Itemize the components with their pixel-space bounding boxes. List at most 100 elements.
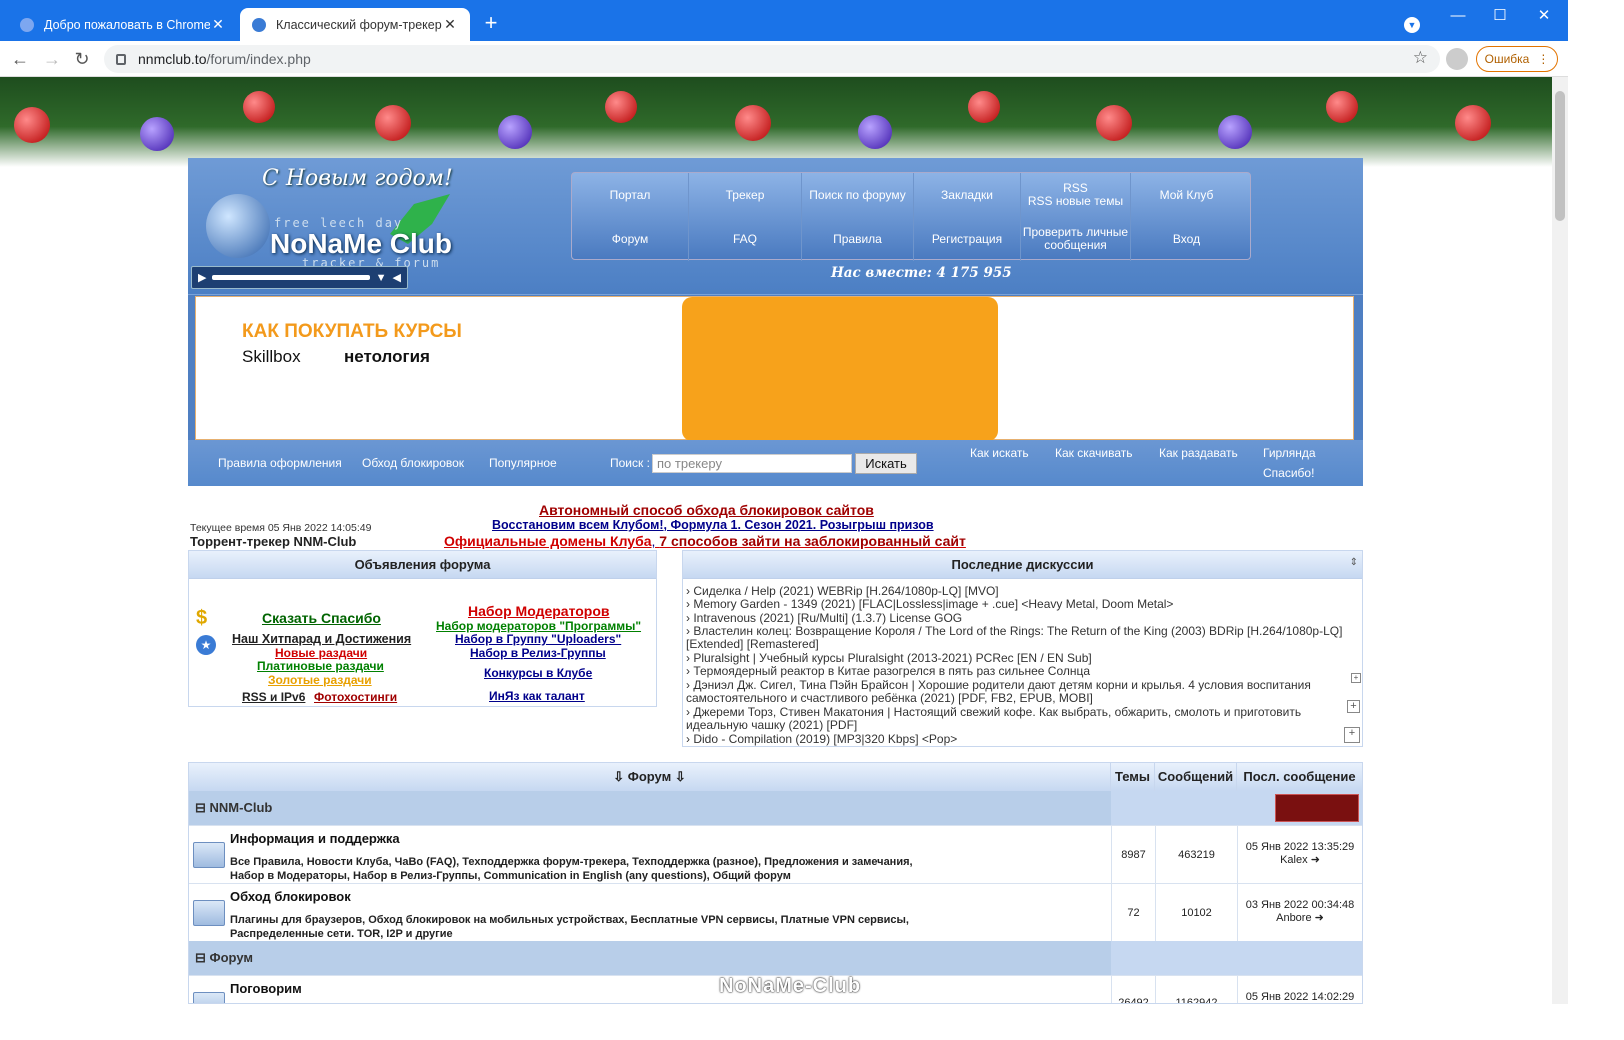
tab-search-icon[interactable]: ▼ [1404, 17, 1420, 33]
table-row[interactable]: Информация и поддержка Все Правила, Ново… [189, 825, 1362, 884]
close-icon[interactable]: ✕ [210, 16, 226, 33]
link-new[interactable]: Новые раздачи [275, 646, 367, 660]
menu-tracker[interactable]: Трекер [689, 173, 802, 217]
notice-bypass[interactable]: Автономный способ обхода блокировок сайт… [539, 502, 874, 518]
category-forum[interactable]: ⊟ Форум [189, 941, 1111, 975]
discussion-item[interactable]: › Джереми Торз, Стивен Макатония | Насто… [686, 705, 1301, 719]
link-platinum[interactable]: Платиновые раздачи [257, 659, 384, 673]
last-post-user[interactable]: Anbore [1276, 912, 1311, 924]
search-button[interactable]: Искать [855, 453, 917, 474]
search-input[interactable]: по трекеру [652, 454, 852, 473]
link-gold[interactable]: Золотые раздачи [268, 673, 372, 687]
link-mods[interactable]: Набор Модераторов [468, 603, 610, 619]
link-mods-programs[interactable]: Набор модераторов "Программы" [436, 619, 641, 633]
menu-rss[interactable]: RSS RSS новые темы [1021, 173, 1131, 217]
menu-rules[interactable]: Правила [802, 217, 914, 261]
minus-icon[interactable]: ⊟ [195, 800, 210, 815]
discussion-item[interactable]: › Властелин колец: Возвращение Короля / … [686, 624, 1342, 638]
link-garland[interactable]: Гирлянда [1263, 446, 1316, 460]
minus-icon[interactable]: ⊟ [195, 950, 210, 965]
discussion-item[interactable]: › Intravenous (2021) [Ru/Multi] (1.3.7) … [686, 611, 962, 625]
notice-ways[interactable]: 7 способов зайти на заблокированный сайт [659, 533, 966, 549]
minimize-button[interactable]: — [1440, 4, 1476, 28]
go-to-post-icon[interactable]: ➜ [1311, 854, 1320, 866]
error-button[interactable]: Ошибка ⋮ [1476, 46, 1558, 72]
ad-banner[interactable]: КАК ПОКУПАТЬ КУРСЫ Skillbox нетология [188, 294, 1363, 441]
category-nnm[interactable]: ⊟ NNM-Club [189, 791, 1111, 825]
discussion-item[interactable]: › Pluralsight | Учебный курсы Pluralsigh… [686, 651, 1092, 665]
reload-icon[interactable]: ↻ [70, 47, 94, 71]
notice-domains[interactable]: Официальные домены Клуба [444, 533, 652, 549]
tab-welcome[interactable]: Добро пожаловать в Chrome! ✕ [8, 8, 238, 41]
menu-forum-search[interactable]: Поиск по форуму [802, 173, 914, 217]
discussion-item[interactable]: › Dido - Compilation (2019) [MP3|320 Kbp… [686, 732, 957, 746]
forum-title[interactable]: Поговорим [230, 981, 302, 996]
discussion-item[interactable]: › Дэниэл Дж. Сигел, Тина Пэйн Брайсон | … [686, 678, 1311, 692]
avatar[interactable] [1446, 48, 1468, 70]
menu-register[interactable]: Регистрация [914, 217, 1021, 261]
audio-player[interactable]: ▶ ▼ ◀ [191, 266, 408, 289]
subforums[interactable]: Плагины для браузеров, Обход блокировок … [230, 914, 909, 926]
scrollbar[interactable] [1552, 77, 1568, 1004]
discussion-item[interactable]: › Сиделка / Help (2021) WEBRip [H.264/10… [686, 584, 999, 598]
link-contests[interactable]: Конкурсы в Клубе [484, 666, 592, 680]
back-icon[interactable]: ← [8, 47, 32, 71]
maximize-button[interactable]: ☐ [1482, 4, 1518, 28]
new-tab-button[interactable]: + [478, 10, 504, 36]
close-window-button[interactable]: ✕ [1526, 4, 1562, 28]
notice-restore[interactable]: Восстановим всем Клубом! [492, 518, 664, 532]
menu-forum[interactable]: Форум [572, 217, 689, 261]
scrollbar-thumb[interactable] [1555, 91, 1565, 221]
magna-planet-icon[interactable] [1275, 794, 1359, 822]
expand-icon[interactable]: + [1344, 727, 1360, 743]
last-post-user[interactable]: Kalex [1280, 854, 1308, 866]
table-row[interactable]: Обход блокировок Плагины для браузеров, … [189, 883, 1362, 942]
discussion-item[interactable]: идеальную чашку (2021) [PDF] [686, 718, 857, 732]
subforums[interactable]: Все Правила, Новости Клуба, ЧаВо (FAQ), … [230, 856, 913, 868]
play-icon[interactable]: ▶ [198, 271, 206, 284]
menu-login[interactable]: Вход [1131, 217, 1242, 261]
forward-icon[interactable]: → [40, 47, 64, 71]
expand-icon[interactable]: + [1351, 673, 1361, 683]
menu-messages[interactable]: Проверить личные сообщения [1021, 217, 1131, 261]
menu-portal[interactable]: Портал [572, 173, 689, 217]
link-formatting-rules[interactable]: Правила оформления [218, 456, 342, 470]
link-release[interactable]: Набор в Релиз-Группы [470, 646, 606, 660]
discussion-item[interactable]: [Extended] [Remastered] [686, 637, 819, 651]
close-icon[interactable]: ✕ [442, 16, 458, 33]
sort-icon[interactable]: ⇩ [613, 769, 628, 784]
volume-icon[interactable]: ◀ [393, 271, 401, 284]
link-photohosting[interactable]: Фотохостинги [314, 690, 397, 704]
bookmark-star-icon[interactable]: ☆ [1413, 48, 1428, 68]
link-say-thanks[interactable]: Сказать Спасибо [262, 610, 381, 626]
discussion-item[interactable]: › Memory Garden - 1349 (2021) [FLAC|Loss… [686, 597, 1173, 611]
expand-icon[interactable]: + [1347, 700, 1360, 713]
go-to-post-icon[interactable]: ➜ [1315, 912, 1324, 924]
discussion-item[interactable]: › Термоядерный реактор в Китае разогрелс… [686, 664, 1090, 678]
link-how-search[interactable]: Как искать [970, 446, 1029, 460]
menu-faq[interactable]: FAQ [689, 217, 802, 261]
tab-forum[interactable]: Классический форум-трекер :: N ✕ [240, 8, 470, 41]
link-thanks[interactable]: Спасибо! [1263, 466, 1314, 480]
forum-title[interactable]: Обход блокировок [230, 889, 351, 904]
subforums[interactable]: Распределенные сети. TOR, I2P и другие [230, 928, 453, 940]
url-field[interactable]: nnmclub.to/forum/index.php ☆ [104, 45, 1440, 73]
chevron-down-icon[interactable]: ▼ [376, 272, 387, 284]
link-how-download[interactable]: Как скачивать [1055, 446, 1133, 460]
forum-title[interactable]: Информация и поддержка [230, 831, 400, 846]
link-how-seed[interactable]: Как раздавать [1159, 446, 1238, 460]
audio-progress[interactable] [212, 275, 370, 280]
link-uploaders[interactable]: Набор в Группу "Uploaders" [455, 632, 621, 646]
notice-formula[interactable]: Формула 1. Сезон 2021. Розыгрыш призов [671, 518, 934, 532]
link-bypass[interactable]: Обход блокировок [362, 456, 464, 470]
link-rss[interactable]: RSS и IPv6 [242, 690, 305, 704]
link-popular[interactable]: Популярное [489, 456, 557, 470]
subforums[interactable]: Набор в Модераторы, Набор в Релиз-Группы… [230, 870, 791, 882]
discussion-item[interactable]: самостоятельного и счастливого ребёнка (… [686, 691, 1093, 705]
collapse-icon[interactable]: ⇕ [1350, 557, 1358, 568]
link-language[interactable]: ИнЯз как талант [489, 689, 585, 703]
menu-my-club[interactable]: Мой Клуб [1131, 173, 1242, 217]
link-hitparade[interactable]: Наш Хитпарад и Достижения [232, 632, 411, 646]
site-logo[interactable]: С Новым годом! free leech day NoNaMe Clu… [194, 164, 454, 270]
menu-bookmarks[interactable]: Закладки [914, 173, 1021, 217]
